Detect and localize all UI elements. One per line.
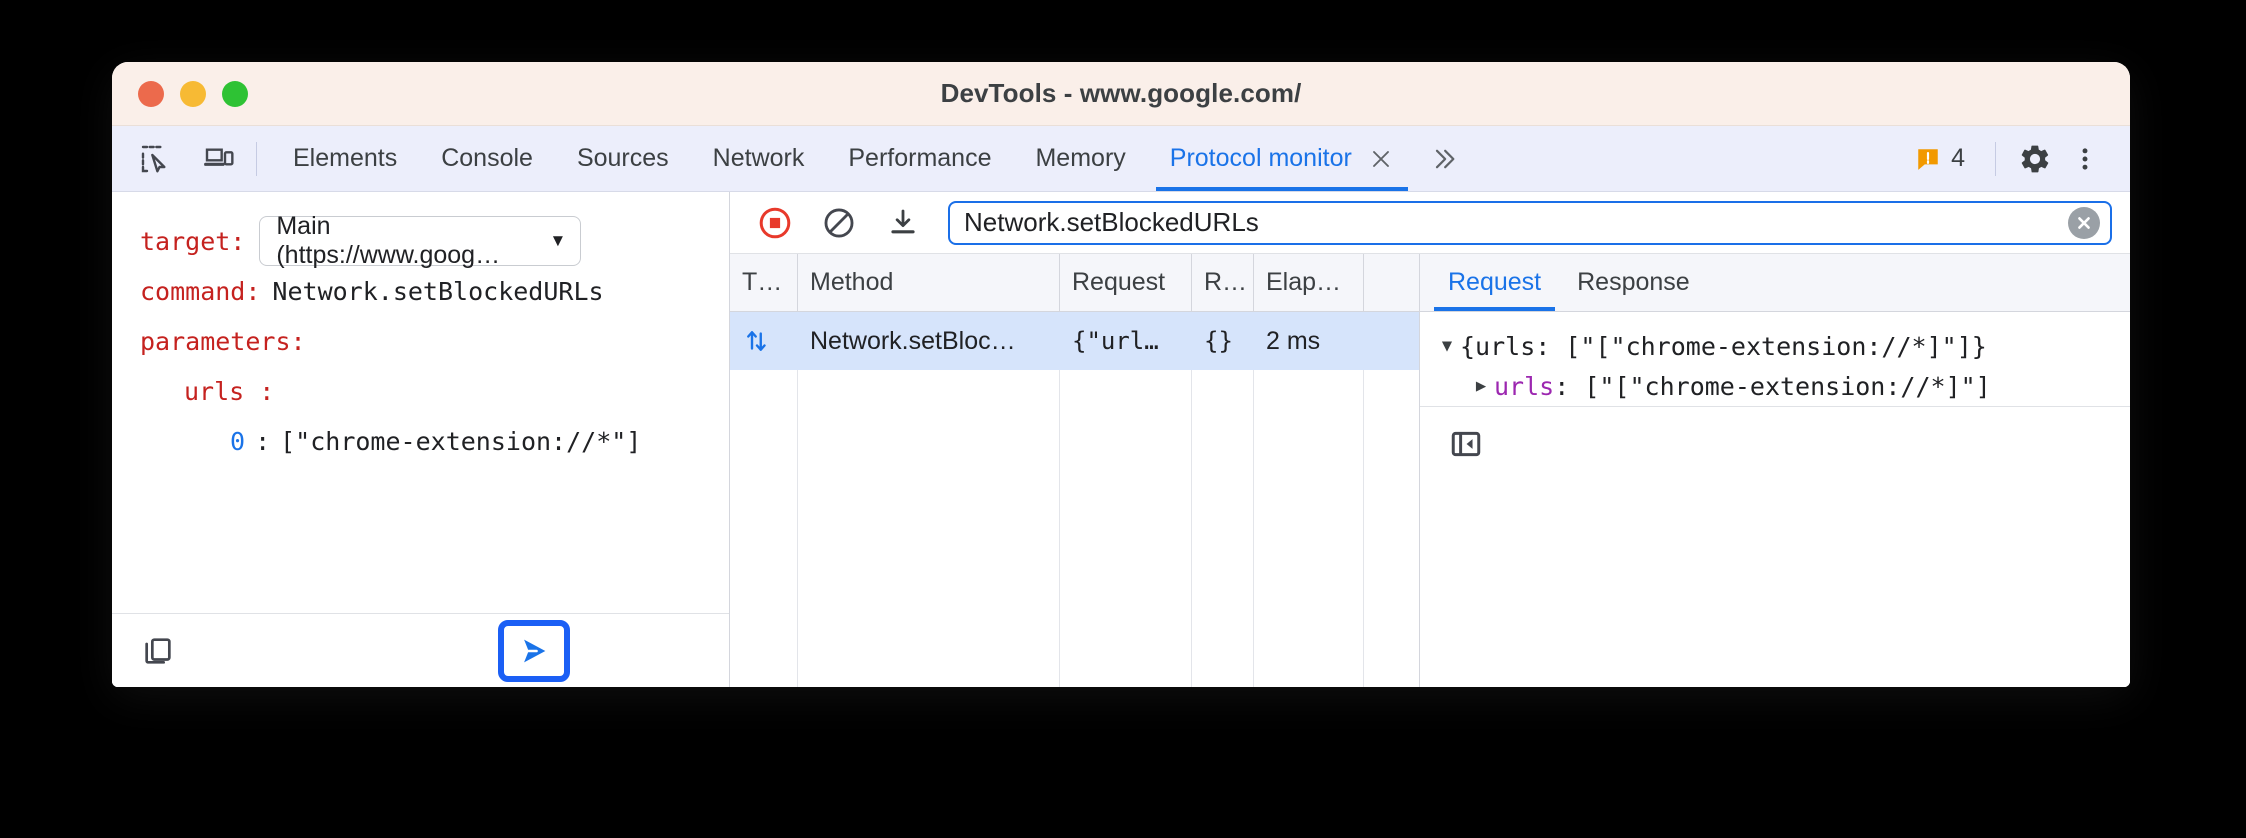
grid-header-row: T… Method Request R… Elap…: [730, 254, 1419, 312]
parameters-label: parameters:: [140, 326, 306, 356]
param-colon: :: [255, 426, 271, 456]
tabbar-divider-right: [1995, 141, 1996, 176]
tab-label: Protocol monitor: [1169, 144, 1352, 172]
json-key: urls: [1494, 371, 1555, 401]
tab-memory[interactable]: Memory: [1013, 126, 1147, 191]
command-editor: target: Main (https://www.goog… ▼ comman…: [112, 192, 729, 613]
param-urls-row[interactable]: urls :: [112, 366, 729, 416]
json-root-row[interactable]: ▼ {urls: ["["chrome-extension://*]"]}: [1434, 326, 2130, 366]
record-stop-icon[interactable]: [752, 200, 798, 246]
tab-performance[interactable]: Performance: [826, 126, 1013, 191]
target-select-value: Main (https://www.goog…: [276, 212, 501, 269]
warning-count: 4: [1951, 144, 1965, 172]
chevron-down-icon: ▼: [549, 231, 567, 250]
tab-response[interactable]: Response: [1559, 254, 1708, 311]
tab-label: Performance: [848, 144, 992, 172]
download-icon[interactable]: [880, 200, 926, 246]
request-response-arrows-icon: [730, 312, 798, 370]
column-header-request[interactable]: Request: [1060, 254, 1192, 311]
column-header-elapsed[interactable]: Elap…: [1254, 254, 1364, 311]
target-label: target:: [140, 226, 246, 256]
tab-label: Memory: [1035, 144, 1126, 172]
send-command-button[interactable]: [498, 620, 570, 682]
command-label: command:: [140, 276, 261, 306]
json-child-row[interactable]: ▶ urls : ["["chrome-extension://*]"]: [1434, 366, 2130, 406]
protocol-monitor-pane: Network.setBlockedURLs T… Method Request…: [730, 192, 2130, 687]
devtools-tabbar: Elements Console Sources Network Perform…: [112, 126, 2130, 192]
monitor-split: T… Method Request R… Elap… Network.setBl…: [730, 254, 2130, 687]
tab-network[interactable]: Network: [691, 126, 827, 191]
command-editor-pane: target: Main (https://www.goog… ▼ comman…: [112, 192, 730, 687]
tab-label: Console: [441, 144, 533, 172]
cell-method: Network.setBloc…: [810, 326, 1016, 355]
tab-label: Sources: [576, 144, 669, 172]
gear-icon[interactable]: [2012, 136, 2058, 182]
clear-icon[interactable]: [816, 200, 862, 246]
chevron-double-right-icon[interactable]: [1416, 126, 1472, 191]
detail-tab-label: Request: [1448, 268, 1542, 296]
grid-body: Network.setBloc… {"url… {} 2 ms: [730, 312, 1419, 687]
warning-badge[interactable]: 4: [1901, 144, 1979, 173]
detail-pane: Request Response ▼ {urls: ["["chrome-ext…: [1420, 254, 2130, 687]
param-item-row[interactable]: 0 : ["chrome-extension://*"]: [112, 416, 729, 466]
cell-elapsed: 2 ms: [1266, 326, 1321, 355]
parameters-row: parameters:: [112, 316, 729, 366]
filter-input[interactable]: Network.setBlockedURLs: [964, 207, 2068, 238]
table-row[interactable]: Network.setBloc… {"url… {} 2 ms: [730, 312, 1419, 370]
kebab-menu-icon[interactable]: [2062, 136, 2108, 182]
panel-tabs: Elements Console Sources Network Perform…: [271, 126, 1472, 191]
protocol-grid: T… Method Request R… Elap… Network.setBl…: [730, 254, 1420, 687]
tab-request[interactable]: Request: [1430, 254, 1559, 311]
screen: DevTools - www.google.com/ Elements Cons…: [0, 0, 2246, 838]
triangle-down-icon[interactable]: ▼: [1434, 336, 1460, 356]
detail-tab-label: Response: [1577, 268, 1690, 296]
close-icon[interactable]: [1368, 146, 1394, 172]
tab-console[interactable]: Console: [419, 126, 555, 191]
tabbar-divider: [256, 141, 257, 176]
tab-protocol-monitor[interactable]: Protocol monitor: [1148, 126, 1416, 191]
tab-elements[interactable]: Elements: [271, 126, 419, 191]
tabbar-right-icons: 4: [1901, 126, 2130, 191]
warning-badge-icon: [1918, 148, 1938, 170]
column-header-response[interactable]: R…: [1192, 254, 1254, 311]
json-root-text: {urls: ["["chrome-extension://*]"]}: [1460, 331, 1987, 361]
target-select[interactable]: Main (https://www.goog… ▼: [259, 212, 582, 269]
cell-request: {"url…: [1072, 327, 1159, 355]
tabbar-left-icons: [112, 126, 242, 191]
column-header-method[interactable]: Method: [798, 254, 1060, 311]
json-value: ["["chrome-extension://*]"]: [1569, 371, 1991, 401]
filter-input-wrapper[interactable]: Network.setBlockedURLs: [948, 200, 2112, 245]
triangle-right-icon[interactable]: ▶: [1468, 376, 1494, 396]
tab-label: Elements: [293, 144, 398, 172]
devtools-window: DevTools - www.google.com/ Elements Cons…: [112, 62, 2130, 687]
send-command-icon: [524, 639, 546, 663]
detail-footer: [1420, 406, 2130, 480]
target-row: target: Main (https://www.goog… ▼: [112, 212, 729, 269]
grid-empty-area: [730, 370, 1419, 687]
monitor-toolbar: Network.setBlockedURLs: [730, 192, 2130, 254]
column-header-type[interactable]: T…: [730, 254, 798, 311]
command-row[interactable]: command: Network.setBlockedURLs: [112, 266, 729, 316]
json-separator: :: [1554, 371, 1570, 401]
copy-icon[interactable]: [134, 627, 182, 675]
tab-label: Network: [712, 144, 805, 172]
tab-sources[interactable]: Sources: [555, 126, 691, 191]
command-value: Network.setBlockedURLs: [272, 276, 604, 306]
param-key: urls :: [184, 376, 275, 406]
window-title: DevTools - www.google.com/: [940, 78, 1302, 108]
clear-input-icon[interactable]: [2068, 206, 2100, 239]
json-tree: ▼ {urls: ["["chrome-extension://*]"]} ▶ …: [1420, 312, 2130, 406]
collapse-sidebar-icon[interactable]: [1442, 420, 1490, 468]
detail-tabs: Request Response: [1420, 254, 2130, 312]
devtools-body: target: Main (https://www.goog… ▼ comman…: [112, 192, 2130, 687]
inspect-element-icon[interactable]: [132, 136, 178, 182]
editor-footer: [112, 613, 729, 687]
window-titlebar: DevTools - www.google.com/: [112, 62, 2130, 126]
param-index: 0: [230, 426, 246, 456]
device-toolbar-icon[interactable]: [196, 136, 242, 182]
param-value: ["chrome-extension://*"]: [280, 426, 642, 456]
cell-response: {}: [1204, 327, 1233, 355]
